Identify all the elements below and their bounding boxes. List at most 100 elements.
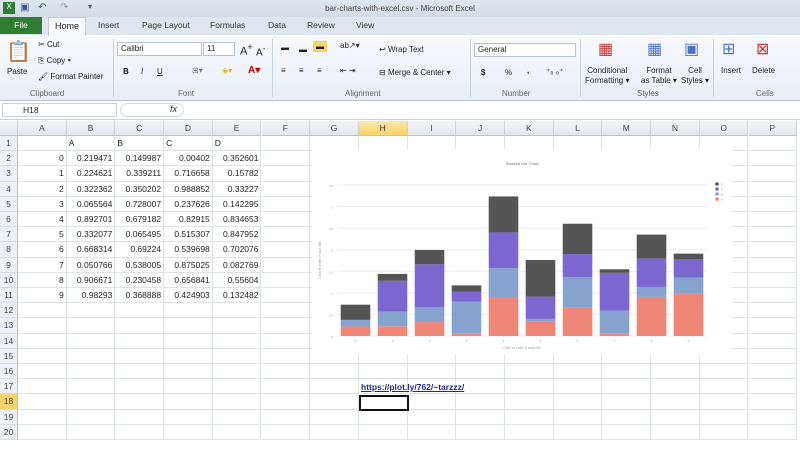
cell-e5[interactable]: 0.142295 [212, 196, 262, 212]
tab-review[interactable]: Review [307, 20, 335, 30]
cell-f10[interactable] [261, 272, 311, 288]
cell-a16[interactable] [18, 364, 67, 380]
middle-align-icon[interactable]: ▬ [299, 45, 307, 54]
row-header-18[interactable]: 18 [0, 394, 18, 410]
cell-d9[interactable]: 0.875025 [164, 257, 213, 273]
cell-c5[interactable]: 0.728007 [115, 196, 165, 212]
row-header-19[interactable]: 19 [0, 409, 18, 425]
cell-p19[interactable] [748, 409, 798, 425]
cell-l16[interactable] [553, 364, 603, 380]
cell-h16[interactable] [358, 364, 408, 380]
cell-d2[interactable]: 0.00402 [164, 151, 213, 167]
cell-m1[interactable] [602, 136, 652, 152]
column-header-o[interactable]: O [699, 121, 749, 136]
cell-o16[interactable] [699, 364, 749, 380]
cell-g17[interactable] [310, 379, 359, 395]
cell-f7[interactable] [261, 227, 311, 243]
column-header-c[interactable]: C [115, 121, 165, 136]
cell-d7[interactable]: 0.515307 [164, 227, 213, 243]
cell-e14[interactable] [212, 333, 262, 349]
bold-button[interactable]: B [123, 67, 129, 76]
cell-a3[interactable]: 1 [18, 166, 67, 182]
font-name-select[interactable]: Calibri [117, 42, 202, 56]
borders-icon[interactable]: ⊞▾ [192, 66, 203, 75]
cell-d4[interactable]: 0.988852 [164, 181, 213, 197]
cell-d18[interactable] [164, 394, 213, 410]
cell-k1[interactable] [505, 136, 554, 152]
cell-f1[interactable] [261, 136, 311, 152]
cell-c11[interactable]: 0.368888 [115, 288, 165, 304]
cell-c9[interactable]: 0.538005 [115, 257, 165, 273]
cell-l18[interactable] [553, 394, 603, 410]
cell-c12[interactable] [115, 303, 165, 319]
cell-f18[interactable] [261, 394, 311, 410]
cell-a14[interactable] [18, 333, 67, 349]
cell-d12[interactable] [164, 303, 213, 319]
cell-e3[interactable]: 0.15782 [212, 166, 262, 182]
cell-i18[interactable] [407, 394, 457, 410]
cell-f2[interactable] [261, 151, 311, 167]
cell-o20[interactable] [699, 424, 749, 440]
row-header-11[interactable]: 11 [0, 288, 18, 304]
cell-m18[interactable] [602, 394, 652, 410]
cell-a13[interactable] [18, 318, 67, 334]
column-header-a[interactable]: A [18, 121, 67, 136]
cell-b4[interactable]: 0.322362 [66, 181, 116, 197]
row-header-15[interactable]: 15 [0, 348, 18, 364]
cell-d8[interactable]: 0.539698 [164, 242, 213, 258]
fill-color-icon[interactable]: ◈▾ [222, 66, 232, 75]
cell-e15[interactable] [212, 348, 262, 364]
insert-function-icon[interactable]: fx [120, 103, 184, 117]
cell-p2[interactable] [748, 151, 798, 167]
cell-f8[interactable] [261, 242, 311, 258]
cell-p18[interactable] [748, 394, 798, 410]
cell-k17[interactable] [505, 379, 554, 395]
cell-p8[interactable] [748, 242, 798, 258]
cell-e18[interactable] [212, 394, 262, 410]
select-all-corner[interactable] [0, 121, 18, 136]
cut-button[interactable]: ✂ Cut [38, 40, 59, 49]
column-header-n[interactable]: N [651, 121, 700, 136]
cell-a9[interactable]: 7 [18, 257, 67, 273]
bottom-align-icon[interactable]: ▬ [313, 41, 327, 52]
cell-e8[interactable]: 0.702076 [212, 242, 262, 258]
column-header-m[interactable]: M [602, 121, 652, 136]
cell-c19[interactable] [115, 409, 165, 425]
cell-h1[interactable] [358, 136, 408, 152]
align-right-icon[interactable]: ≡ [317, 66, 322, 75]
row-header-13[interactable]: 13 [0, 318, 18, 334]
cell-a15[interactable] [18, 348, 67, 364]
row-header-5[interactable]: 5 [0, 196, 18, 212]
cell-e9[interactable]: 0.082769 [212, 257, 262, 273]
cell-b17[interactable] [66, 379, 116, 395]
cell-p20[interactable] [748, 424, 798, 440]
cell-e11[interactable]: 0.132482 [212, 288, 262, 304]
row-header-9[interactable]: 9 [0, 257, 18, 273]
cell-b12[interactable] [66, 303, 116, 319]
cell-f5[interactable] [261, 196, 311, 212]
cell-e16[interactable] [212, 364, 262, 380]
cell-b16[interactable] [66, 364, 116, 380]
cell-g20[interactable] [310, 424, 359, 440]
cell-p12[interactable] [748, 303, 798, 319]
cell-c10[interactable]: 0.230458 [115, 272, 165, 288]
column-header-i[interactable]: I [407, 121, 457, 136]
column-header-p[interactable]: P [748, 121, 798, 136]
cell-i19[interactable] [407, 409, 457, 425]
column-header-b[interactable]: B [66, 121, 116, 136]
cell-g18[interactable] [310, 394, 359, 410]
cell-d6[interactable]: 0.82915 [164, 212, 213, 228]
cell-c18[interactable] [115, 394, 165, 410]
cell-m19[interactable] [602, 409, 652, 425]
cell-e4[interactable]: 0.33227 [212, 181, 262, 197]
cell-n17[interactable] [651, 379, 700, 395]
cell-p4[interactable] [748, 181, 798, 197]
cell-b20[interactable] [66, 424, 116, 440]
cell-b8[interactable]: 0.668314 [66, 242, 116, 258]
cell-p14[interactable] [748, 333, 798, 349]
cell-l17[interactable] [553, 379, 603, 395]
plotly-link[interactable]: https://plot.ly/762/~tarzzz/ [361, 382, 464, 392]
cell-e17[interactable] [212, 379, 262, 395]
cell-c1[interactable]: B [115, 136, 165, 152]
decimal-icons[interactable]: ⁺₀ ₀⁺ [546, 67, 563, 76]
